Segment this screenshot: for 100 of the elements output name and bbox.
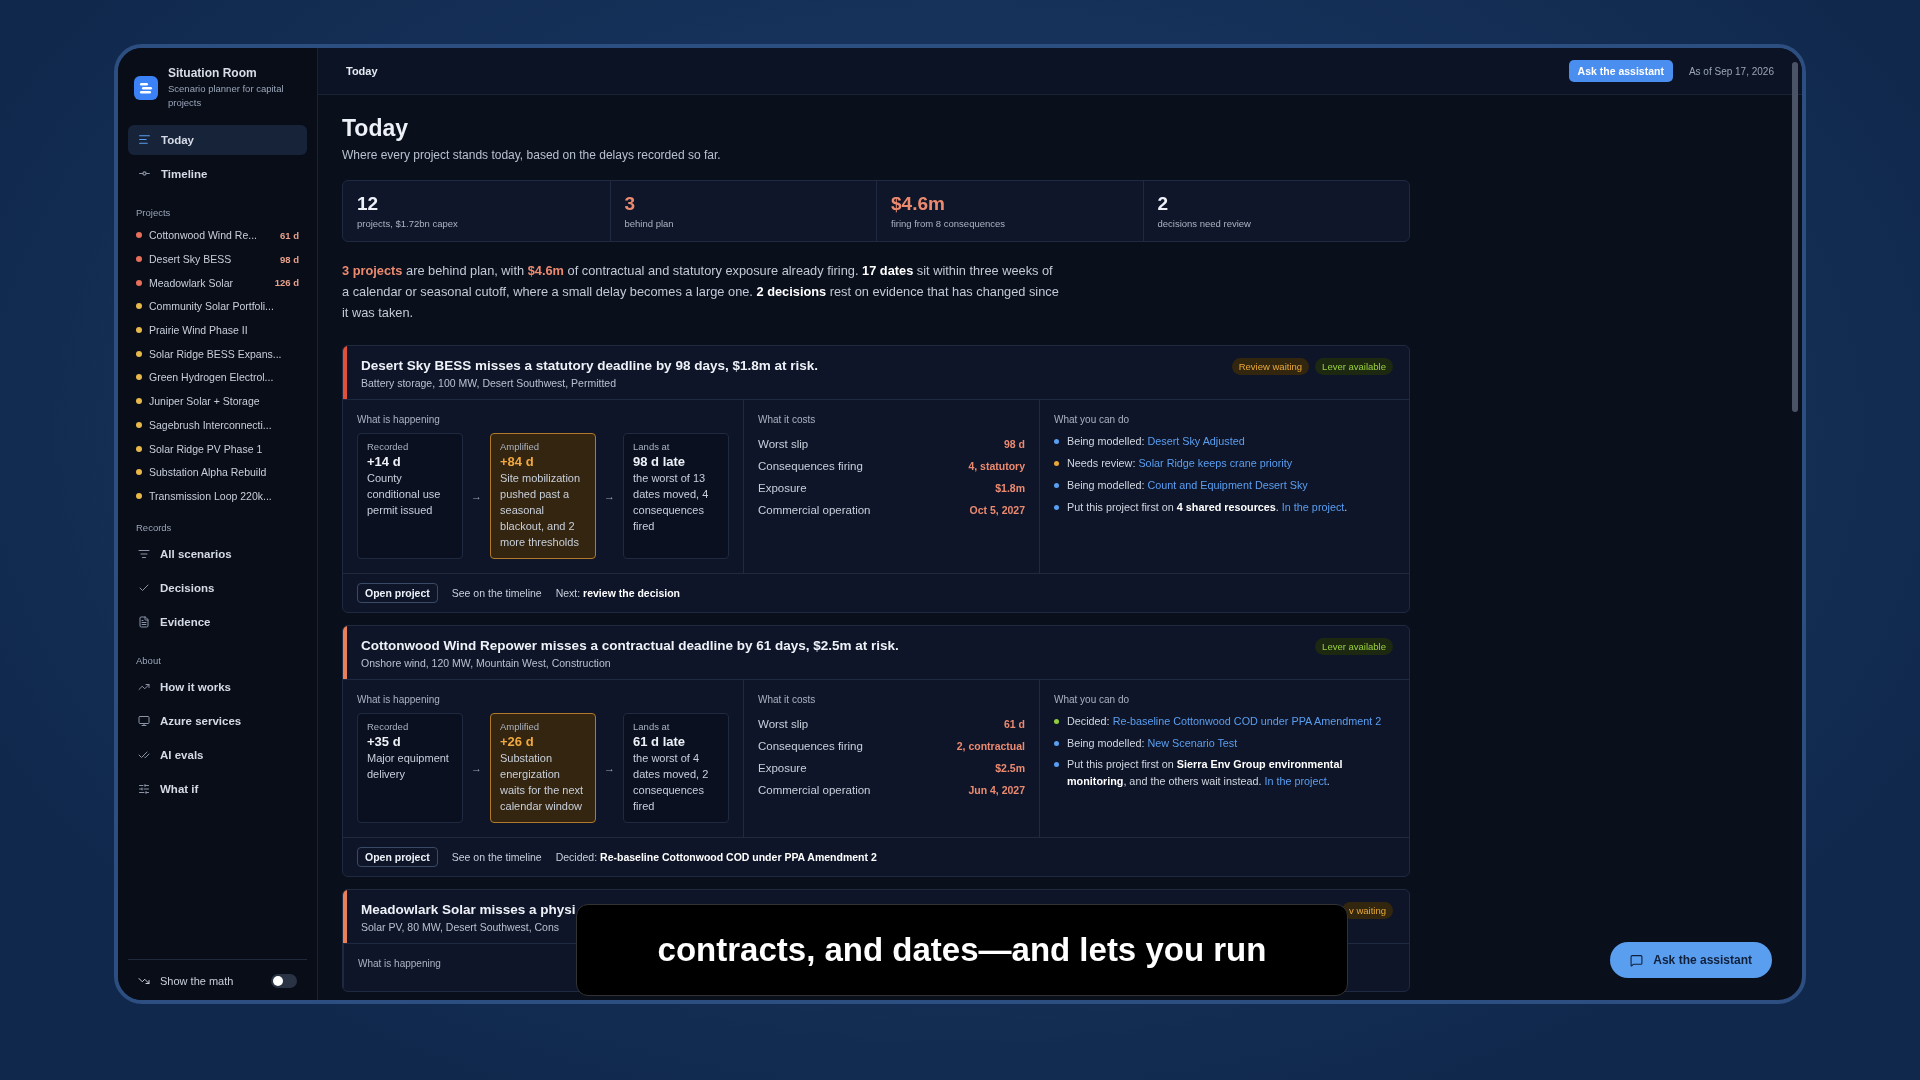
- cost-label: Exposure: [758, 762, 807, 774]
- project-item[interactable]: Meadowlark Solar 126 d: [128, 270, 307, 295]
- project-item[interactable]: Solar Ridge BESS Expans...: [128, 341, 307, 366]
- step-description: Site mobilization pushed past a seasonal blackout, and 2 more thresholds: [500, 471, 582, 551]
- project-item[interactable]: Solar Ridge PV Phase 1: [128, 436, 307, 461]
- project-item[interactable]: Community Solar Portfoli...: [128, 294, 307, 319]
- status-badge: Lever available: [1315, 638, 1393, 655]
- scrollbar[interactable]: [1792, 62, 1798, 412]
- action-text: Decided: Re-baseline Cottonwood COD under PPA Amendment 2: [1067, 714, 1382, 729]
- step-label: Amplified: [500, 721, 541, 732]
- column-heading: What you can do: [1054, 694, 1130, 705]
- project-item[interactable]: Substation Alpha Rebuild: [128, 460, 307, 485]
- cost-label: Exposure: [758, 482, 807, 495]
- action-text: Needs review: Solar Ridge keeps crane priority: [1067, 456, 1293, 472]
- project-item[interactable]: Transmission Loop 220k...: [128, 484, 307, 508]
- stat-value: 2: [1157, 193, 1170, 215]
- monitor-icon: [138, 714, 150, 727]
- arrow-text: →: [470, 489, 483, 505]
- column-heading: What is happening: [357, 414, 440, 426]
- nav-item[interactable]: AI evals: [128, 739, 307, 770]
- timeline-link[interactable]: See on the timeline: [451, 850, 542, 863]
- column-heading: What it costs: [758, 694, 816, 705]
- summary-text: 3 projects are behind plan, with $4.6m of contractual and statutory exposure already firing. 17 dates sit within three weeks of a calendar or seasonal cutoff, where a small delay becomes a large one. 2 decisions rest on evidence that has changed since it was taken.: [342, 262, 1060, 323]
- page-heading: Today: [342, 115, 410, 142]
- nav-item[interactable]: Timeline: [128, 158, 307, 189]
- timeline-link[interactable]: See on the timeline: [451, 587, 542, 599]
- arrow-text: →: [470, 760, 483, 776]
- nav-item[interactable]: How it works: [128, 671, 307, 702]
- page-subtitle: Where every project stands today, based on the delays recorded so far.: [342, 148, 722, 162]
- nav-item[interactable]: What if: [128, 773, 307, 804]
- project-item[interactable]: Juniper Solar + Storage: [128, 389, 307, 413]
- cost-value: 98 d: [1004, 438, 1025, 451]
- app-subtitle: Scenario planner for capital projects: [168, 82, 285, 111]
- nav-item[interactable]: Evidence: [128, 606, 307, 637]
- project-item[interactable]: Desert Sky BESS 98 d: [128, 247, 307, 271]
- project-item[interactable]: Prairie Wind Phase II: [128, 318, 307, 342]
- toggle-switch[interactable]: [271, 974, 297, 988]
- section-heading: About: [135, 654, 162, 666]
- column-heading: What you can do: [1054, 414, 1130, 426]
- delay-days: 61 d: [280, 229, 299, 241]
- page-title: Today: [346, 65, 379, 77]
- status-badge: v waiting: [1342, 901, 1393, 919]
- stat-label: decisions need review: [1157, 218, 1252, 229]
- step-value: +26 d: [500, 734, 535, 749]
- step-label: Lands at: [633, 721, 671, 732]
- filter-icon: [138, 547, 150, 560]
- step-label: Amplified: [500, 441, 541, 453]
- nav-item[interactable]: Azure services: [128, 705, 307, 736]
- arrow-text: →: [603, 489, 616, 505]
- app-title: Situation Room: [168, 66, 258, 80]
- action-text: Being modelled: Desert Sky Adjusted: [1067, 434, 1245, 450]
- step-label: Recorded: [367, 441, 410, 453]
- nav-item[interactable]: Today: [128, 124, 307, 155]
- project-item[interactable]: Sagebrush Interconnecti...: [128, 413, 307, 437]
- cost-label: Worst slip: [758, 438, 809, 451]
- ask-assistant-button[interactable]: Ask the assistant: [1610, 942, 1772, 978]
- card-subtitle: Onshore wind, 120 MW, Mountain West, Construction: [361, 657, 612, 669]
- step-description: County conditional use permit issued: [367, 471, 442, 519]
- step-description: the worst of 4 dates moved, 2 consequences fired: [633, 751, 710, 814]
- nav-item[interactable]: All scenarios: [128, 538, 307, 569]
- stat-value: 12: [357, 193, 380, 215]
- cost-value: 4, statutory: [968, 460, 1025, 473]
- cost-label: Consequences firing: [758, 460, 863, 473]
- step-value: 61 d late: [633, 734, 687, 749]
- action-text: Put this project first on 4 shared resources. In the project.: [1067, 499, 1348, 515]
- stat-label: firing from 8 consequences: [891, 218, 1007, 229]
- video-caption: contracts, and dates—and lets you run: [576, 904, 1348, 996]
- nav-item[interactable]: Decisions: [128, 572, 307, 603]
- app-logo: [134, 76, 158, 100]
- trend-icon: [138, 975, 150, 987]
- cost-label: Worst slip: [758, 718, 809, 730]
- stat-value: $4.6m: [891, 193, 946, 215]
- card-title: Meadowlark Solar misses a physi: [361, 901, 576, 917]
- stat-value: 3: [624, 193, 637, 215]
- cost-value: Oct 5, 2027: [969, 504, 1025, 517]
- cost-label: Consequences firing: [758, 740, 863, 752]
- cost-value: $1.8m: [995, 482, 1025, 495]
- step-label: Lands at: [633, 441, 671, 453]
- column-heading: What it costs: [758, 414, 816, 426]
- section-heading: Projects: [135, 206, 172, 218]
- card-title: Desert Sky BESS misses a statutory deadline by 98 days, $1.8m at risk.: [361, 358, 818, 374]
- stat-label: projects, $1.72bn capex: [357, 218, 459, 229]
- open-project-button[interactable]: Open project: [357, 583, 438, 603]
- next-step-text: Decided: Re-baseline Cottonwood COD under PPA Amendment 2: [555, 850, 877, 863]
- card-subtitle: Solar PV, 80 MW, Desert Southwest, Cons: [361, 920, 561, 933]
- action-text: Being modelled: Count and Equipment Desert Sky: [1067, 477, 1308, 493]
- action-text: Put this project first on Sierra Env Group environmental monitoring, and the others wait instead. In the project.: [1067, 757, 1344, 790]
- column-heading: What is happening: [357, 694, 440, 705]
- step-value: +84 d: [500, 454, 535, 470]
- as-of-date: As of Sep 17, 2026: [1688, 65, 1774, 77]
- action-text: Being modelled: New Scenario Test: [1067, 735, 1238, 751]
- step-description: the worst of 13 dates moved, 4 consequences fired: [633, 471, 710, 535]
- cost-label: Commercial operation: [758, 504, 871, 517]
- cost-value: 2, contractual: [956, 740, 1025, 752]
- project-item[interactable]: Green Hydrogen Electrol...: [128, 365, 307, 390]
- open-project-button[interactable]: Open project: [357, 846, 438, 867]
- list-icon: [138, 133, 151, 146]
- status-badge: Review waiting: [1231, 358, 1310, 376]
- column-heading: What is happening: [358, 957, 441, 969]
- project-item[interactable]: Cottonwood Wind Re... 61 d: [128, 223, 307, 248]
